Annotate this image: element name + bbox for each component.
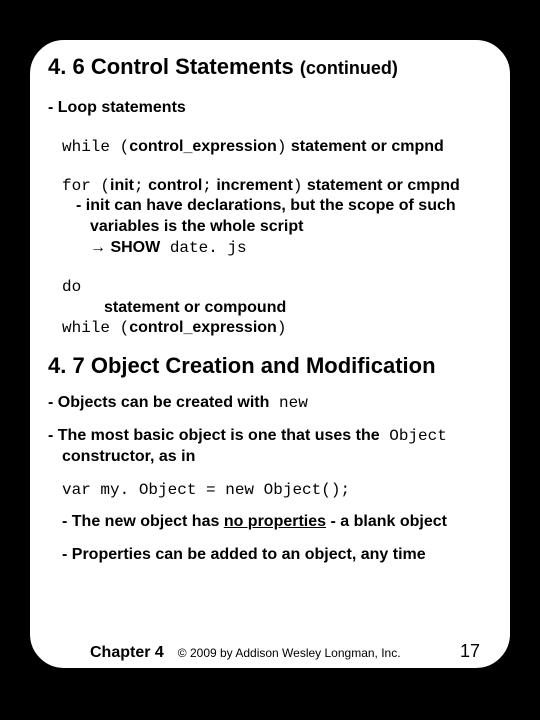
copyright-text: © 2009 by Addison Wesley Longman, Inc. (178, 646, 446, 660)
obj-code: var my. Object = new Object(); (62, 481, 350, 499)
footer: Chapter 4 © 2009 by Addison Wesley Longm… (90, 641, 480, 662)
for-note-line2: variables is the whole script (90, 217, 492, 238)
obj-noprops-a: - The new object has (62, 513, 224, 530)
obj-basic-line1: - The most basic object is one that uses… (48, 426, 492, 447)
for-syntax: for (init; control; increment) statement… (62, 176, 492, 197)
obj-noprops-line: - The new object has no properties - a b… (62, 512, 492, 533)
do-while-close: ) (277, 319, 287, 337)
obj-basic-text1: - The most basic object is one that uses… (48, 427, 380, 444)
obj-noprops-underline: no properties (224, 513, 326, 530)
for-rest: statement or cmpnd (302, 177, 459, 194)
obj-basic-line2: constructor, as in (62, 447, 492, 468)
obj-create-text: - Objects can be created with (48, 394, 269, 411)
do-body: statement or compound (104, 298, 492, 319)
while-syntax: while (control_expression) statement or … (62, 137, 492, 158)
new-keyword: new (269, 394, 307, 412)
obj-noprops-b: - a blank object (326, 513, 447, 530)
heading-title: Control Statements (91, 54, 294, 79)
for-sep2: ; (202, 177, 212, 195)
do-while-kw: while ( (62, 319, 129, 337)
loop-statements-label: - Loop statements (48, 98, 492, 119)
page-number: 17 (460, 641, 480, 662)
obj-code-line: var my. Object = new Object(); (62, 480, 492, 501)
for-inc: increment (212, 177, 293, 194)
do-while-expr: control_expression (129, 319, 277, 336)
for-init: init (110, 177, 134, 194)
heading2-num: 4. 7 (48, 353, 85, 378)
Object-keyword: Object (380, 427, 447, 445)
do-while: while (control_expression) (62, 318, 492, 339)
while-close: ) (277, 138, 287, 156)
for-close: ) (293, 177, 303, 195)
slide-frame: 4. 6 Control Statements (continued) - Lo… (28, 38, 512, 670)
while-keyword: while ( (62, 138, 129, 156)
heading-num: 4. 6 (48, 54, 85, 79)
chapter-label: Chapter 4 (90, 644, 164, 662)
while-expr: control_expression (129, 138, 277, 155)
do-kw: do (62, 278, 81, 296)
section-heading-4-7: 4. 7 Object Creation and Modification (48, 353, 492, 379)
section-heading-4-6: 4. 6 Control Statements (continued) (48, 54, 492, 80)
arrow-icon: → (90, 239, 106, 256)
show-label: SHOW (106, 239, 160, 256)
for-note-line1: - init can have declarations, but the sc… (76, 196, 492, 217)
show-line: → SHOW date. js (90, 238, 492, 259)
obj-props-added-line: - Properties can be added to an object, … (62, 545, 492, 566)
do-keyword: do (62, 277, 492, 298)
while-rest: statement or cmpnd (286, 138, 443, 155)
date-js: date. js (160, 239, 246, 257)
heading2-title: Object Creation and Modification (91, 353, 436, 378)
for-sep1: ; (134, 177, 144, 195)
for-control: control (144, 177, 203, 194)
for-keyword: for ( (62, 177, 110, 195)
obj-create-line: - Objects can be created with new (48, 393, 492, 414)
heading-continued: (continued) (300, 58, 398, 78)
